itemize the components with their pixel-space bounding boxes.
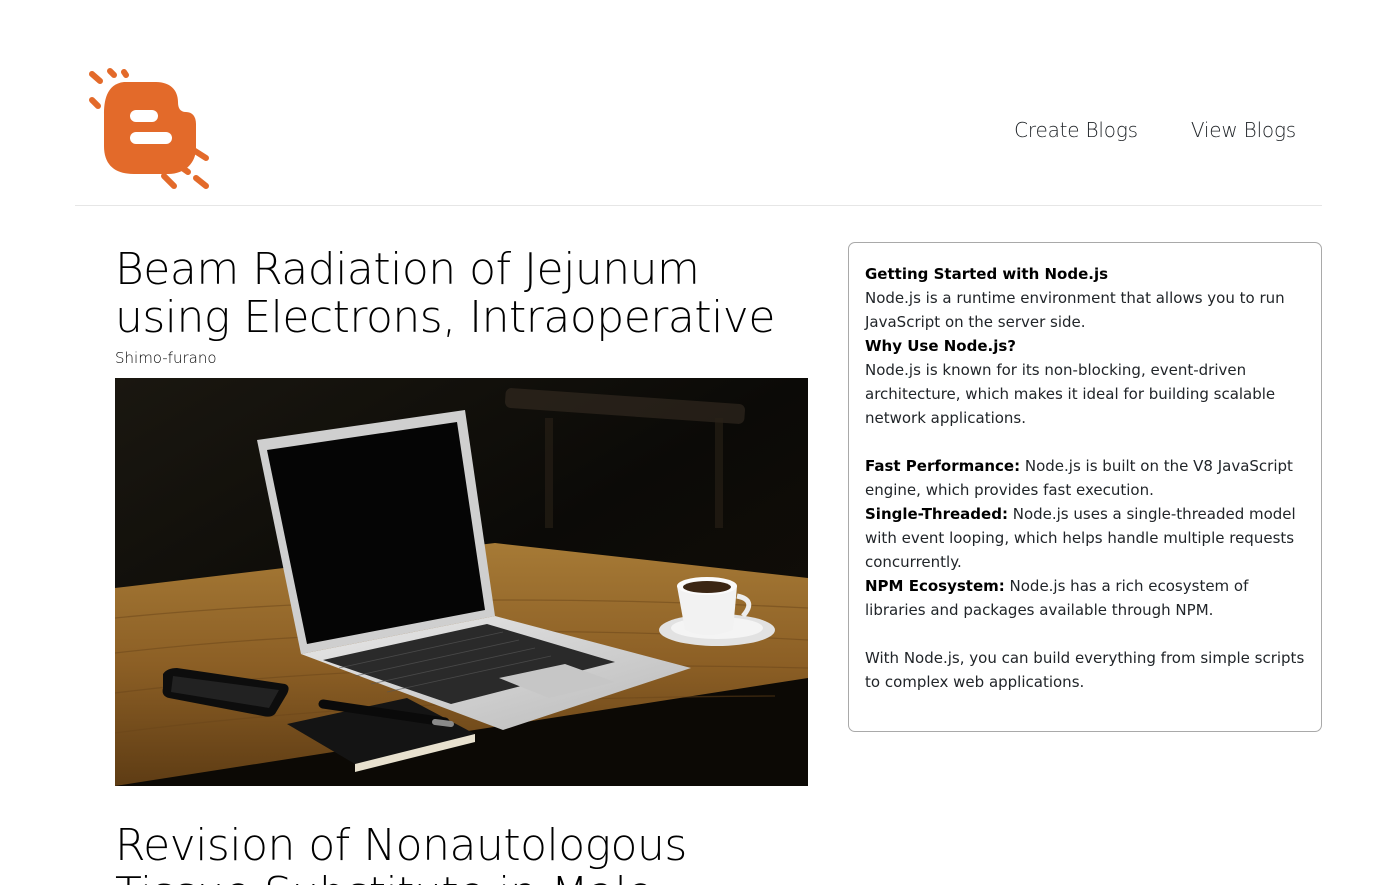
- blogger-logo-icon-graphic: [89, 68, 209, 189]
- sidebar-paragraph: Node.js is a runtime environment that al…: [865, 289, 1285, 331]
- post-author: Shimo-furano: [115, 349, 217, 367]
- sidebar-card: Getting Started with Node.js Node.js is …: [848, 242, 1322, 732]
- nav-view-blogs-link[interactable]: View Blogs: [1191, 118, 1296, 142]
- laptop-photo: [115, 378, 808, 786]
- post-title[interactable]: Revision of Nonautologous Tissue Substit…: [115, 822, 815, 885]
- feature-item: Fast Performance: Node.js is built on th…: [865, 454, 1305, 502]
- feature-label: NPM Ecosystem:: [865, 577, 1005, 595]
- post-image[interactable]: [115, 378, 808, 786]
- sidebar-heading: Why Use Node.js?: [865, 337, 1016, 355]
- feature-item: NPM Ecosystem: Node.js has a rich ecosys…: [865, 574, 1305, 622]
- feature-label: Fast Performance:: [865, 457, 1021, 475]
- nav-create-blogs-link[interactable]: Create Blogs: [1014, 118, 1138, 142]
- blogger-logo-icon[interactable]: [86, 66, 216, 194]
- main-nav: Create Blogs View Blogs: [1014, 118, 1296, 142]
- sidebar-heading: Getting Started with Node.js: [865, 265, 1109, 283]
- feature-label: Single-Threaded:: [865, 505, 1008, 523]
- post-title[interactable]: Beam Radiation of Jejunum using Electron…: [115, 246, 815, 342]
- sidebar-closing: With Node.js, you can build everything f…: [865, 649, 1305, 691]
- feature-item: Single-Threaded: Node.js uses a single-t…: [865, 502, 1305, 574]
- page: Create Blogs View Blogs Beam Radiation o…: [0, 0, 1394, 885]
- sidebar-paragraph: Node.js is known for its non-blocking, e…: [865, 361, 1276, 427]
- header-divider: [75, 205, 1322, 206]
